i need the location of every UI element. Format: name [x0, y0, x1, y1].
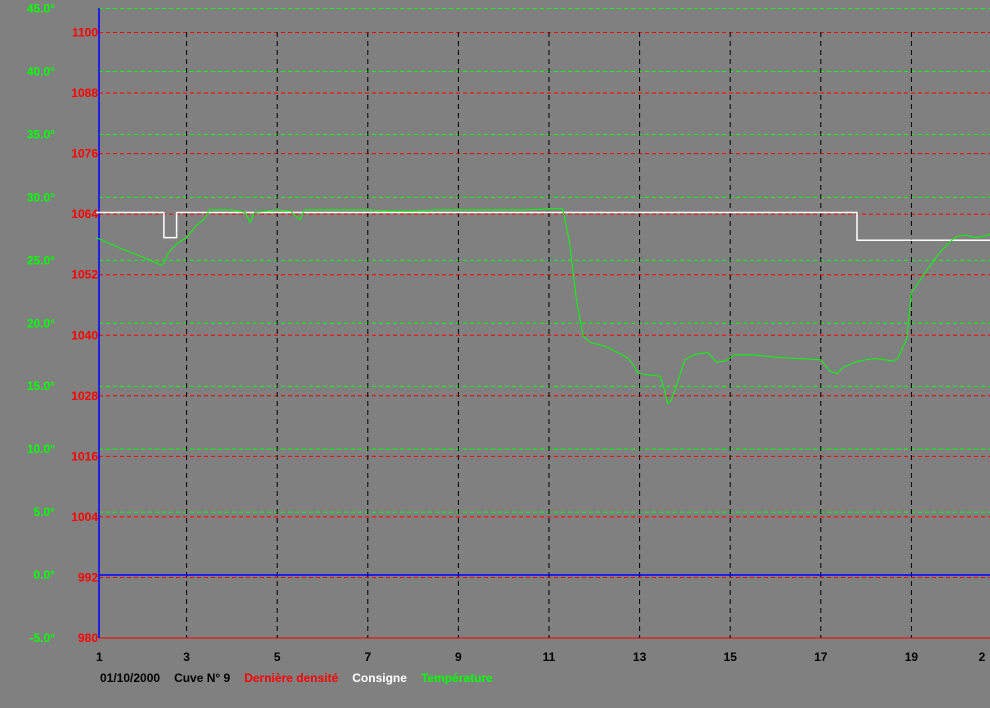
density-tick-label: 1016	[71, 449, 98, 463]
series-line-consigne	[96, 211, 990, 241]
temperature-tick-label: 0.0°	[34, 568, 56, 582]
x-tick-label: 5	[274, 650, 281, 664]
x-tick-label: 2	[979, 650, 986, 664]
legend-date: 01/10/2000	[100, 671, 161, 685]
density-tick-label: 1064	[71, 207, 98, 221]
x-tick-label: 13	[633, 650, 647, 664]
density-tick-label: 1076	[71, 147, 98, 161]
legend: 01/10/2000 Cuve N° 9 Dernière densité Consi…	[100, 671, 507, 685]
x-tick-label: 17	[814, 650, 828, 664]
density-tick-label: 1040	[71, 328, 98, 342]
temperature-tick-label: 30.0°	[27, 190, 55, 204]
x-tick-label: 15	[724, 650, 738, 664]
x-tick-label: 1	[96, 650, 103, 664]
legend-derniere-densite: Dernière densité	[244, 671, 339, 685]
density-tick-label: 980	[78, 631, 98, 645]
x-tick-label: 19	[905, 650, 919, 664]
temperature-tick-label: 20.0°	[27, 316, 55, 330]
density-tick-label: 992	[78, 570, 98, 584]
density-tick-label: 1052	[71, 268, 98, 282]
legend-consigne: Consigne	[352, 671, 407, 685]
x-tick-label: 7	[364, 650, 371, 664]
density-tick-label: 1004	[71, 510, 98, 524]
chart-window: 45.0° 40.0° 35.0° 30.0° 25.0° 20.0° 15.0° 10.0°…	[0, 0, 990, 708]
temperature-tick-label: 5.0°	[34, 505, 56, 519]
temperature-tick-label: 10.0°	[27, 442, 55, 456]
chart: 45.0°40.0°35.0°30.0°25.0°20.0°15.0°10.0°…	[27, 2, 990, 664]
legend-temperature: Température	[420, 671, 493, 685]
x-tick-label: 9	[455, 650, 462, 664]
density-tick-label: 1088	[71, 86, 98, 100]
temperature-tick-label: 40.0°	[27, 64, 55, 78]
temperature-tick-label: 15.0°	[27, 379, 55, 393]
series-line-temp-rature	[95, 208, 990, 405]
temperature-tick-label: -5.0°	[30, 631, 56, 645]
temperature-tick-label: 35.0°	[27, 127, 55, 141]
legend-cuve: Cuve N° 9	[174, 671, 231, 685]
temperature-tick-label: 45.0°	[27, 2, 55, 16]
density-tick-label: 1100	[72, 26, 98, 40]
x-tick-label: 3	[183, 650, 190, 664]
temperature-tick-label: 25.0°	[27, 253, 55, 267]
x-tick-label: 11	[543, 650, 556, 664]
density-tick-label: 1028	[71, 389, 98, 403]
